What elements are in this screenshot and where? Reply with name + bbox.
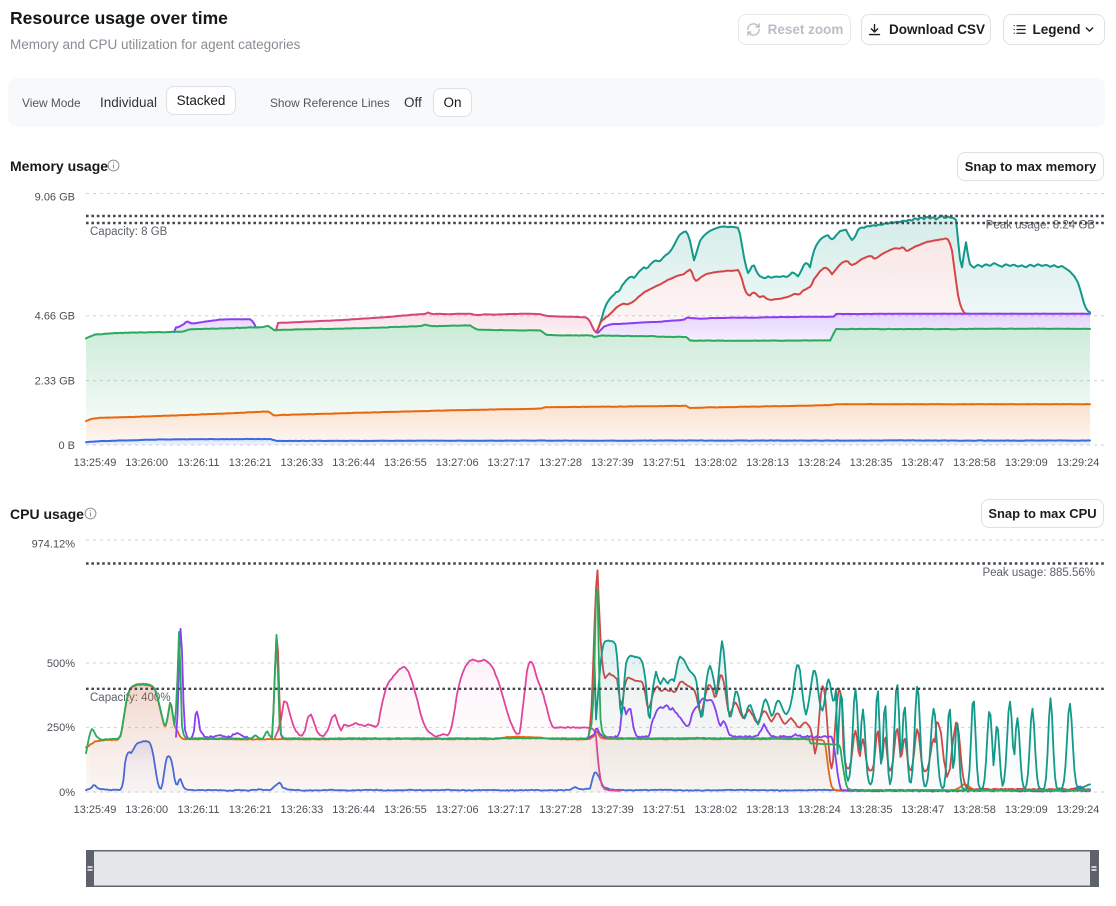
svg-text:13:28:58: 13:28:58 [953, 804, 996, 816]
svg-text:13:29:09: 13:29:09 [1005, 804, 1048, 816]
svg-text:13:26:33: 13:26:33 [280, 457, 323, 469]
svg-text:13:26:21: 13:26:21 [229, 804, 272, 816]
svg-text:13:28:13: 13:28:13 [746, 804, 789, 816]
svg-text:13:28:02: 13:28:02 [694, 457, 737, 469]
svg-text:13:26:00: 13:26:00 [125, 457, 168, 469]
svg-text:Peak usage: 885.56%: Peak usage: 885.56% [982, 567, 1095, 579]
svg-text:13:29:24: 13:29:24 [1057, 804, 1100, 816]
svg-text:13:26:33: 13:26:33 [280, 804, 323, 816]
svg-text:13:28:58: 13:28:58 [953, 457, 996, 469]
svg-text:13:27:51: 13:27:51 [643, 457, 686, 469]
svg-text:974.12%: 974.12% [32, 539, 76, 551]
svg-text:13:26:00: 13:26:00 [125, 804, 168, 816]
svg-text:250%: 250% [47, 722, 75, 734]
svg-text:13:26:21: 13:26:21 [229, 457, 272, 469]
svg-text:13:27:06: 13:27:06 [436, 457, 479, 469]
svg-text:13:27:17: 13:27:17 [487, 457, 530, 469]
svg-text:13:29:24: 13:29:24 [1057, 457, 1100, 469]
svg-text:13:26:55: 13:26:55 [384, 804, 427, 816]
svg-text:13:28:24: 13:28:24 [798, 804, 841, 816]
svg-text:13:29:09: 13:29:09 [1005, 457, 1048, 469]
svg-text:13:28:35: 13:28:35 [850, 804, 893, 816]
svg-text:13:28:13: 13:28:13 [746, 457, 789, 469]
svg-text:13:26:55: 13:26:55 [384, 457, 427, 469]
svg-text:13:26:44: 13:26:44 [332, 804, 375, 816]
svg-text:13:26:11: 13:26:11 [177, 457, 219, 469]
svg-text:0%: 0% [59, 787, 75, 799]
svg-text:500%: 500% [47, 658, 75, 670]
svg-text:2.33 GB: 2.33 GB [35, 376, 75, 388]
svg-text:13:27:17: 13:27:17 [487, 804, 530, 816]
svg-text:4.66 GB: 4.66 GB [35, 311, 75, 323]
svg-text:13:27:39: 13:27:39 [591, 457, 634, 469]
svg-text:13:27:28: 13:27:28 [539, 804, 582, 816]
svg-text:13:28:47: 13:28:47 [901, 804, 944, 816]
svg-text:0 B: 0 B [58, 440, 75, 452]
svg-text:13:27:51: 13:27:51 [643, 804, 686, 816]
svg-text:13:26:11: 13:26:11 [177, 804, 219, 816]
svg-text:13:28:02: 13:28:02 [694, 804, 737, 816]
svg-text:Capacity: 8 GB: Capacity: 8 GB [90, 226, 168, 238]
svg-text:13:28:24: 13:28:24 [798, 457, 841, 469]
svg-text:13:25:49: 13:25:49 [74, 457, 117, 469]
svg-text:13:27:39: 13:27:39 [591, 804, 634, 816]
svg-text:13:26:44: 13:26:44 [332, 457, 375, 469]
svg-text:13:27:06: 13:27:06 [436, 804, 479, 816]
svg-text:13:25:49: 13:25:49 [74, 804, 117, 816]
svg-text:13:28:35: 13:28:35 [850, 457, 893, 469]
svg-text:13:27:28: 13:27:28 [539, 457, 582, 469]
svg-text:Peak usage: 8.24 GB: Peak usage: 8.24 GB [986, 220, 1096, 232]
svg-text:9.06 GB: 9.06 GB [35, 192, 75, 204]
svg-text:13:28:47: 13:28:47 [901, 457, 944, 469]
